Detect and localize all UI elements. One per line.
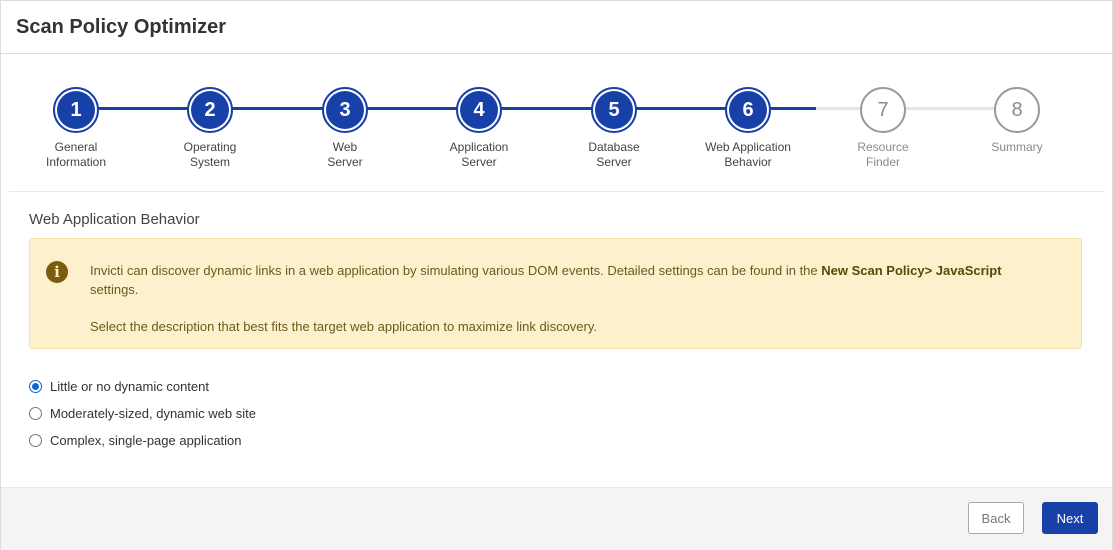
step-number: 8 <box>1011 98 1023 121</box>
step-circle: 8 <box>994 87 1040 133</box>
step-number: 4 <box>460 91 498 129</box>
back-button[interactable]: Back <box>968 502 1024 534</box>
step-label: Web Server <box>327 140 363 169</box>
page-title: Scan Policy Optimizer <box>16 16 227 38</box>
step-8[interactable]: 8 Summary <box>957 87 1077 155</box>
step-number: 6 <box>729 91 767 129</box>
step-circle: 7 <box>860 87 906 133</box>
step-circle: 2 <box>187 87 233 133</box>
step-label: Summary <box>991 140 1043 154</box>
step-label: Resource Finder <box>857 140 909 169</box>
option-little-dynamic[interactable]: Little or no dynamic content <box>29 373 256 400</box>
alert-emphasis: New Scan Policy> JavaScript <box>821 263 1002 278</box>
section-title: Web Application Behavior <box>29 211 200 228</box>
info-icon: i <box>46 261 68 283</box>
step-circle: 3 <box>322 87 368 133</box>
option-single-page-app[interactable]: Complex, single-page application <box>29 427 256 454</box>
step-circle: 5 <box>591 87 637 133</box>
step-number: 1 <box>57 91 95 129</box>
step-3[interactable]: 3 Web Server <box>285 87 405 170</box>
wizard-dialog: Scan Policy Optimizer 1 General Informati… <box>0 0 1113 550</box>
option-label: Little or no dynamic content <box>50 379 209 394</box>
step-6[interactable]: 6 Web Application Behavior <box>688 87 808 170</box>
step-2[interactable]: 2 Operating System <box>150 87 270 170</box>
step-5[interactable]: 5 Database Server <box>554 87 674 170</box>
option-label: Complex, single-page application <box>50 433 242 448</box>
option-moderately-dynamic[interactable]: Moderately-sized, dynamic web site <box>29 400 256 427</box>
dialog-header: Scan Policy Optimizer <box>1 1 1112 54</box>
step-number: 5 <box>595 91 633 129</box>
step-number: 3 <box>326 91 364 129</box>
step-circle: 6 <box>725 87 771 133</box>
radio-button[interactable] <box>29 434 42 447</box>
radio-button[interactable] <box>29 407 42 420</box>
alert-instruction: Select the description that best fits th… <box>90 319 598 334</box>
option-label: Moderately-sized, dynamic web site <box>50 406 256 421</box>
step-label: Application Server <box>449 140 509 169</box>
info-alert: i Invicti can discover dynamic links in … <box>29 238 1082 349</box>
step-circle: 1 <box>53 87 99 133</box>
step-label: Web Application Behavior <box>705 140 791 169</box>
alert-message: Invicti can discover dynamic links in a … <box>90 261 1050 336</box>
step-4[interactable]: 4 Application Server <box>419 87 539 170</box>
radio-button[interactable] <box>29 380 42 393</box>
behavior-options: Little or no dynamic content Moderately-… <box>29 373 256 454</box>
step-7[interactable]: 7 Resource Finder <box>823 87 943 170</box>
step-label: Operating System <box>183 140 237 169</box>
step-circle: 4 <box>456 87 502 133</box>
step-number: 7 <box>877 98 889 121</box>
wizard-stepper: 1 General Information 2 Operating System 3… <box>9 54 1104 192</box>
dialog-footer: Back Next <box>1 487 1112 550</box>
step-number: 2 <box>191 91 229 129</box>
step-1[interactable]: 1 General Information <box>16 87 136 170</box>
step-label: Database Server <box>588 140 640 169</box>
step-label: General Information <box>45 140 107 169</box>
next-button[interactable]: Next <box>1042 502 1098 534</box>
